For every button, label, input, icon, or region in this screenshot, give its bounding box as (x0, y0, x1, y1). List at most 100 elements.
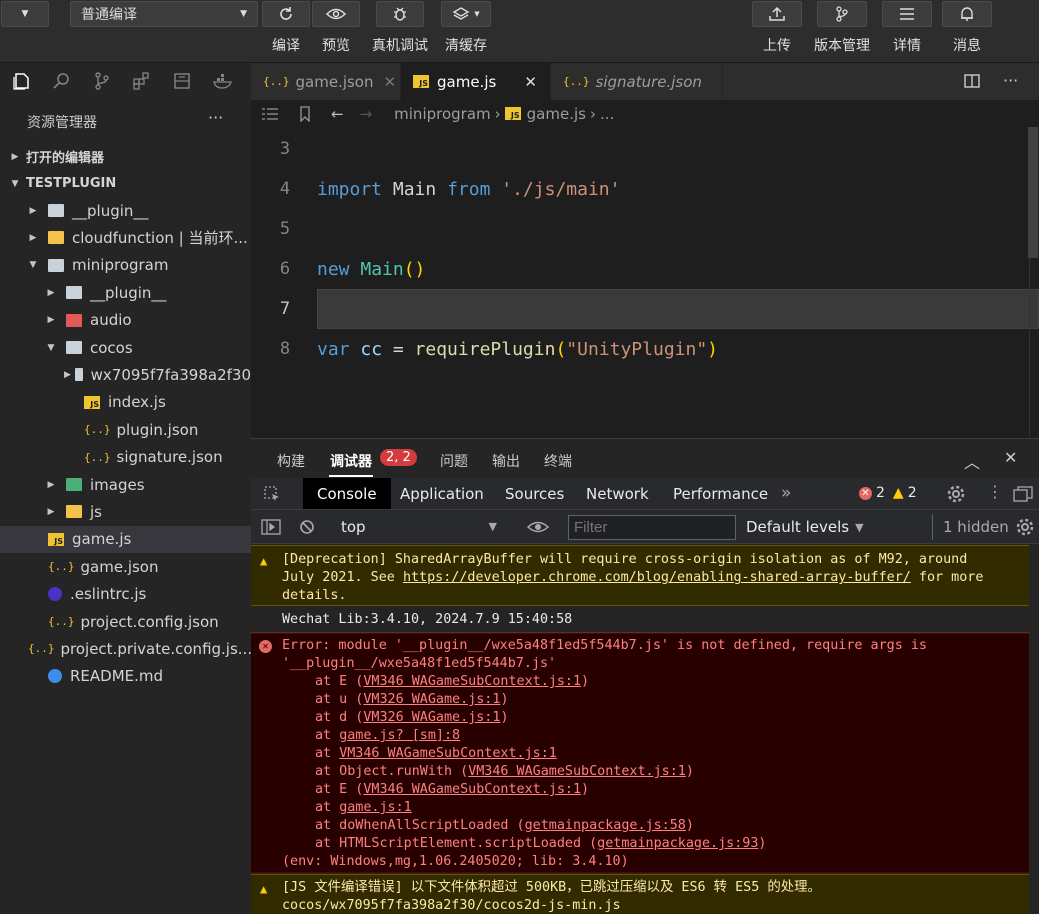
devtools-tab-application[interactable]: Application (386, 478, 498, 509)
tree-item[interactable]: ▶ wx7095f7fa398a2f30 (0, 361, 251, 388)
breadcrumb-more[interactable]: ... (600, 105, 614, 123)
tab-game-js[interactable]: JS game.js ✕ (401, 63, 551, 100)
close-icon[interactable]: ✕ (1004, 448, 1017, 467)
tree-item[interactable]: {..} signature.json (0, 444, 251, 471)
bottom-panel-header: 构建 调试器 2, 2 问题 输出 终端 ︿ ✕ (251, 438, 1039, 478)
stack-link[interactable]: VM326 WAGame.js:1 (363, 710, 500, 725)
devtools-tab-network[interactable]: Network (572, 478, 663, 509)
files-icon[interactable] (12, 71, 32, 91)
list-icon[interactable] (261, 107, 279, 121)
sidebar-toggle-icon[interactable] (261, 519, 281, 535)
open-editors-section[interactable]: ▶ 打开的编辑器 (0, 143, 251, 170)
stack-link[interactable]: getmainpackage.js:93 (597, 836, 758, 851)
tree-item-label: project.private.config.js... (60, 639, 252, 658)
chevron-up-icon[interactable]: ︿ (964, 449, 980, 473)
devtools-tab-performance[interactable]: Performance (659, 478, 782, 509)
clear-console-icon[interactable] (299, 519, 315, 535)
compile-mode-select[interactable]: 普通编译 ▼ (70, 1, 258, 27)
panel-tab-output[interactable]: 输出 (492, 451, 520, 471)
bookmark-icon[interactable] (299, 105, 311, 122)
tree-item[interactable]: {..} game.json (0, 553, 251, 580)
stack-link[interactable]: VM346 WAGameSubContext.js:1 (468, 764, 686, 779)
preview-button[interactable] (312, 1, 360, 27)
tree-item[interactable]: README.md (0, 663, 251, 690)
filter-input[interactable] (568, 515, 736, 540)
close-icon[interactable]: ✕ (524, 73, 537, 91)
stack-link[interactable]: VM346 WAGameSubContext.js:1 (363, 674, 581, 689)
inspect-element-icon[interactable] (263, 485, 281, 503)
more-tabs-button[interactable]: » (781, 483, 791, 503)
project-label: TESTPLUGIN (26, 176, 117, 191)
dropdown-arrow-icon: ▼ (488, 520, 497, 533)
more-actions-icon[interactable]: ··· (1003, 71, 1018, 90)
line-number: 5 (279, 219, 291, 239)
breadcrumb-folder[interactable]: miniprogram (394, 105, 490, 123)
tab-game-json[interactable]: {..} game.json ✕ (251, 63, 401, 100)
explorer-more-button[interactable]: ··· (208, 108, 223, 127)
tab-signature-json[interactable]: {..} signature.json (551, 63, 723, 100)
folder-icon (66, 313, 82, 327)
settings-gear-icon[interactable] (946, 484, 966, 504)
message-link[interactable]: https://developer.chrome.com/blog/enabli… (403, 570, 911, 585)
log-levels-select[interactable]: Default levels ▼ (746, 518, 864, 536)
breadcrumb-file[interactable]: game.js (527, 105, 586, 123)
stack-link[interactable]: VM326 WAGame.js:1 (363, 692, 500, 707)
tree-item[interactable]: {..} project.private.config.js... (0, 635, 251, 662)
tree-item[interactable]: JS index.js (0, 389, 251, 416)
tree-item-label: __plugin__ (72, 201, 149, 220)
stack-link[interactable]: game.js:1 (339, 800, 412, 815)
editor-scrollbar[interactable] (1028, 127, 1038, 258)
tree-item[interactable]: ▶ __plugin__ (0, 197, 251, 224)
remote-debug-button[interactable] (376, 1, 424, 27)
avatar-dropdown-button[interactable]: ▼ (1, 1, 49, 27)
tree-item[interactable]: {..} project.config.json (0, 608, 251, 635)
issue-counters[interactable]: ✕ 2 ▲ 2 (859, 485, 917, 501)
tree-item[interactable]: .eslintrc.js (0, 581, 251, 608)
eye-icon[interactable] (527, 520, 549, 534)
panel-tab-build[interactable]: 构建 (277, 451, 305, 471)
panel-tab-debugger[interactable]: 调试器 (330, 451, 372, 471)
docker-icon[interactable] (212, 71, 234, 91)
upload-button[interactable] (752, 1, 802, 27)
compile-button[interactable] (262, 1, 310, 27)
split-editor-icon[interactable] (963, 73, 981, 89)
storage-icon[interactable] (172, 71, 192, 91)
tree-item[interactable]: ▶ __plugin__ (0, 279, 251, 306)
tree-item[interactable]: JS game.js (0, 525, 251, 553)
forward-arrow-icon[interactable]: → (360, 105, 373, 123)
panel-tab-problems[interactable]: 问题 (440, 451, 468, 471)
stack-link[interactable]: getmainpackage.js:58 (525, 818, 686, 833)
tree-item[interactable]: ▶ js (0, 498, 251, 525)
tree-item[interactable]: ▼ miniprogram (0, 252, 251, 279)
stack-link[interactable]: game.js? [sm]:8 (339, 728, 460, 743)
close-icon[interactable]: ✕ (384, 73, 397, 91)
panel-tab-terminal[interactable]: 终端 (544, 451, 572, 471)
tree-item[interactable]: ▼ cocos (0, 334, 251, 361)
search-icon[interactable] (52, 71, 72, 91)
code-editor[interactable]: 3 4 import Main from './js/main' 5 6 new M… (251, 127, 1039, 438)
json-file-icon: {..} (84, 423, 111, 437)
tree-item[interactable]: {..} plugin.json (0, 416, 251, 443)
undock-icon[interactable] (1013, 485, 1033, 503)
details-button[interactable] (882, 1, 932, 27)
source-control-icon[interactable] (92, 71, 112, 91)
devtools-tab-sources[interactable]: Sources (491, 478, 578, 509)
details-label: 详情 (893, 38, 921, 54)
devtools-tab-console[interactable]: Console (303, 478, 391, 509)
extensions-icon[interactable] (132, 71, 152, 91)
eslint-icon (48, 587, 62, 602)
stack-link[interactable]: VM346 WAGameSubContext.js:1 (363, 782, 581, 797)
kebab-menu-icon[interactable]: ⋮ (987, 482, 1003, 501)
project-section[interactable]: ▼ TESTPLUGIN (0, 170, 251, 197)
clear-cache-button[interactable]: ▼ (441, 1, 491, 27)
console-settings-gear-icon[interactable] (1015, 517, 1035, 537)
tree-item[interactable]: ▶ audio (0, 307, 251, 334)
back-arrow-icon[interactable]: ← (331, 105, 344, 123)
chevron-right-icon: ▶ (11, 151, 19, 162)
version-control-button[interactable] (817, 1, 867, 27)
context-select[interactable]: top ▼ (333, 513, 505, 540)
messages-button[interactable] (942, 1, 992, 27)
stack-link[interactable]: VM346 WAGameSubContext.js:1 (339, 746, 557, 761)
tree-item[interactable]: ▶ cloudfunction | 当前环... (0, 224, 251, 251)
tree-item[interactable]: ▶ images (0, 471, 251, 498)
